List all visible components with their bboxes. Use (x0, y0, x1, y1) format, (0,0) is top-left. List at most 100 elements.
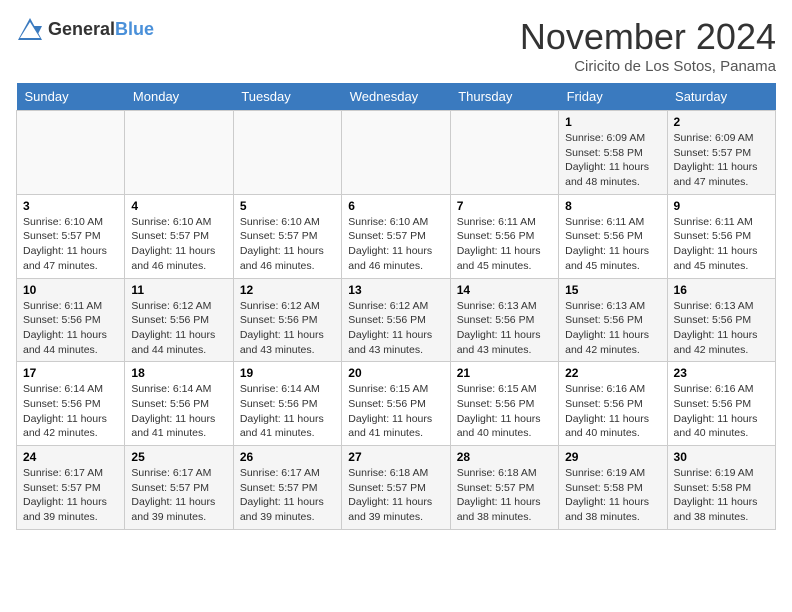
day-info: Sunrise: 6:17 AM Sunset: 5:57 PM Dayligh… (23, 466, 118, 525)
day-info: Sunrise: 6:16 AM Sunset: 5:56 PM Dayligh… (565, 382, 660, 441)
day-number: 5 (240, 199, 335, 213)
calendar-cell (342, 111, 450, 195)
calendar-cell: 18 Sunrise: 6:14 AM Sunset: 5:56 PM Dayli… (125, 362, 233, 446)
header-cell-sunday: Sunday (17, 83, 125, 111)
header-cell-tuesday: Tuesday (233, 83, 341, 111)
week-row-2: 10 Sunrise: 6:11 AM Sunset: 5:56 PM Dayli… (17, 278, 776, 362)
day-number: 8 (565, 199, 660, 213)
calendar-table: SundayMondayTuesdayWednesdayThursdayFrid… (16, 83, 776, 530)
calendar-cell: 6Sunrise: 6:10 AM Sunset: 5:57 PM Daylig… (342, 194, 450, 278)
day-info: Sunrise: 6:09 AM Sunset: 5:58 PM Dayligh… (565, 131, 660, 190)
day-info: Sunrise: 6:19 AM Sunset: 5:58 PM Dayligh… (674, 466, 769, 525)
calendar-cell: 8 Sunrise: 6:11 AM Sunset: 5:56 PM Daylig… (559, 194, 667, 278)
day-number: 16 (674, 283, 769, 297)
calendar-cell: 4 Sunrise: 6:10 AM Sunset: 5:57 PM Daylig… (125, 194, 233, 278)
header: GeneralBlue November 2024 Ciricito de Lo… (16, 16, 776, 75)
day-info: Sunrise: 6:10 AM Sunset: 5:57 PM Dayligh… (348, 215, 443, 274)
day-info: Sunrise: 6:15 AM Sunset: 5:56 PM Dayligh… (348, 382, 443, 441)
logo-icon (16, 16, 44, 44)
day-info: Sunrise: 6:14 AM Sunset: 5:56 PM Dayligh… (23, 382, 118, 441)
calendar-cell: 15 Sunrise: 6:13 AM Sunset: 5:56 PM Dayli… (559, 278, 667, 362)
day-info: Sunrise: 6:13 AM Sunset: 5:56 PM Dayligh… (457, 299, 552, 358)
day-number: 25 (131, 450, 226, 464)
day-number: 15 (565, 283, 660, 297)
calendar-cell: 2Sunrise: 6:09 AM Sunset: 5:57 PM Daylig… (667, 111, 775, 195)
day-number: 26 (240, 450, 335, 464)
day-info: Sunrise: 6:13 AM Sunset: 5:56 PM Dayligh… (674, 299, 769, 358)
day-number: 9 (674, 199, 769, 213)
header-cell-wednesday: Wednesday (342, 83, 450, 111)
calendar-cell: 25 Sunrise: 6:17 AM Sunset: 5:57 PM Dayli… (125, 446, 233, 530)
calendar-cell: 30 Sunrise: 6:19 AM Sunset: 5:58 PM Dayli… (667, 446, 775, 530)
day-number: 18 (131, 366, 226, 380)
day-info: Sunrise: 6:19 AM Sunset: 5:58 PM Dayligh… (565, 466, 660, 525)
calendar-cell (17, 111, 125, 195)
calendar-cell: 14 Sunrise: 6:13 AM Sunset: 5:56 PM Dayli… (450, 278, 558, 362)
calendar-cell: 13 Sunrise: 6:12 AM Sunset: 5:56 PM Dayli… (342, 278, 450, 362)
header-cell-thursday: Thursday (450, 83, 558, 111)
calendar-cell: 28 Sunrise: 6:18 AM Sunset: 5:57 PM Dayli… (450, 446, 558, 530)
day-info: Sunrise: 6:10 AM Sunset: 5:57 PM Dayligh… (240, 215, 335, 274)
day-number: 7 (457, 199, 552, 213)
calendar-cell: 5 Sunrise: 6:10 AM Sunset: 5:57 PM Daylig… (233, 194, 341, 278)
day-number: 11 (131, 283, 226, 297)
calendar-cell: 21 Sunrise: 6:15 AM Sunset: 5:56 PM Dayli… (450, 362, 558, 446)
day-info: Sunrise: 6:13 AM Sunset: 5:56 PM Dayligh… (565, 299, 660, 358)
header-cell-monday: Monday (125, 83, 233, 111)
day-number: 21 (457, 366, 552, 380)
day-info: Sunrise: 6:11 AM Sunset: 5:56 PM Dayligh… (674, 215, 769, 274)
day-number: 30 (674, 450, 769, 464)
header-cell-saturday: Saturday (667, 83, 775, 111)
logo: GeneralBlue (16, 16, 154, 44)
month-title: November 2024 (520, 16, 776, 58)
calendar-cell (450, 111, 558, 195)
calendar-cell: 10 Sunrise: 6:11 AM Sunset: 5:56 PM Dayli… (17, 278, 125, 362)
day-info: Sunrise: 6:12 AM Sunset: 5:56 PM Dayligh… (348, 299, 443, 358)
calendar-cell: 20 Sunrise: 6:15 AM Sunset: 5:56 PM Dayli… (342, 362, 450, 446)
calendar-cell (125, 111, 233, 195)
day-info: Sunrise: 6:18 AM Sunset: 5:57 PM Dayligh… (457, 466, 552, 525)
week-row-4: 24Sunrise: 6:17 AM Sunset: 5:57 PM Dayli… (17, 446, 776, 530)
calendar-cell: 23Sunrise: 6:16 AM Sunset: 5:56 PM Dayli… (667, 362, 775, 446)
day-info: Sunrise: 6:10 AM Sunset: 5:57 PM Dayligh… (23, 215, 118, 274)
day-number: 1 (565, 115, 660, 129)
calendar-cell: 22 Sunrise: 6:16 AM Sunset: 5:56 PM Dayli… (559, 362, 667, 446)
calendar-cell: 29 Sunrise: 6:19 AM Sunset: 5:58 PM Dayli… (559, 446, 667, 530)
day-number: 14 (457, 283, 552, 297)
day-number: 20 (348, 366, 443, 380)
day-number: 29 (565, 450, 660, 464)
day-info: Sunrise: 6:12 AM Sunset: 5:56 PM Dayligh… (131, 299, 226, 358)
day-info: Sunrise: 6:14 AM Sunset: 5:56 PM Dayligh… (131, 382, 226, 441)
calendar-cell: 12 Sunrise: 6:12 AM Sunset: 5:56 PM Dayli… (233, 278, 341, 362)
logo-general: GeneralBlue (48, 20, 154, 40)
calendar-cell: 19 Sunrise: 6:14 AM Sunset: 5:56 PM Dayli… (233, 362, 341, 446)
calendar-cell: 1 Sunrise: 6:09 AM Sunset: 5:58 PM Daylig… (559, 111, 667, 195)
day-number: 12 (240, 283, 335, 297)
calendar-cell: 7Sunrise: 6:11 AM Sunset: 5:56 PM Daylig… (450, 194, 558, 278)
day-number: 10 (23, 283, 118, 297)
day-info: Sunrise: 6:11 AM Sunset: 5:56 PM Dayligh… (23, 299, 118, 358)
title-area: November 2024 Ciricito de Los Sotos, Pan… (520, 16, 776, 75)
day-info: Sunrise: 6:15 AM Sunset: 5:56 PM Dayligh… (457, 382, 552, 441)
day-info: Sunrise: 6:17 AM Sunset: 5:57 PM Dayligh… (131, 466, 226, 525)
day-number: 4 (131, 199, 226, 213)
day-number: 28 (457, 450, 552, 464)
week-row-1: 3 Sunrise: 6:10 AM Sunset: 5:57 PM Daylig… (17, 194, 776, 278)
day-number: 13 (348, 283, 443, 297)
calendar-cell: 3 Sunrise: 6:10 AM Sunset: 5:57 PM Daylig… (17, 194, 125, 278)
calendar-cell: 11 Sunrise: 6:12 AM Sunset: 5:56 PM Dayli… (125, 278, 233, 362)
day-number: 22 (565, 366, 660, 380)
calendar-body: 1 Sunrise: 6:09 AM Sunset: 5:58 PM Daylig… (17, 111, 776, 530)
location-subtitle: Ciricito de Los Sotos, Panama (520, 58, 776, 75)
day-number: 17 (23, 366, 118, 380)
calendar-header: SundayMondayTuesdayWednesdayThursdayFrid… (17, 83, 776, 111)
calendar-cell: 27Sunrise: 6:18 AM Sunset: 5:57 PM Dayli… (342, 446, 450, 530)
day-info: Sunrise: 6:11 AM Sunset: 5:56 PM Dayligh… (565, 215, 660, 274)
day-info: Sunrise: 6:14 AM Sunset: 5:56 PM Dayligh… (240, 382, 335, 441)
day-info: Sunrise: 6:16 AM Sunset: 5:56 PM Dayligh… (674, 382, 769, 441)
day-number: 3 (23, 199, 118, 213)
day-info: Sunrise: 6:12 AM Sunset: 5:56 PM Dayligh… (240, 299, 335, 358)
header-cell-friday: Friday (559, 83, 667, 111)
day-info: Sunrise: 6:10 AM Sunset: 5:57 PM Dayligh… (131, 215, 226, 274)
day-number: 19 (240, 366, 335, 380)
